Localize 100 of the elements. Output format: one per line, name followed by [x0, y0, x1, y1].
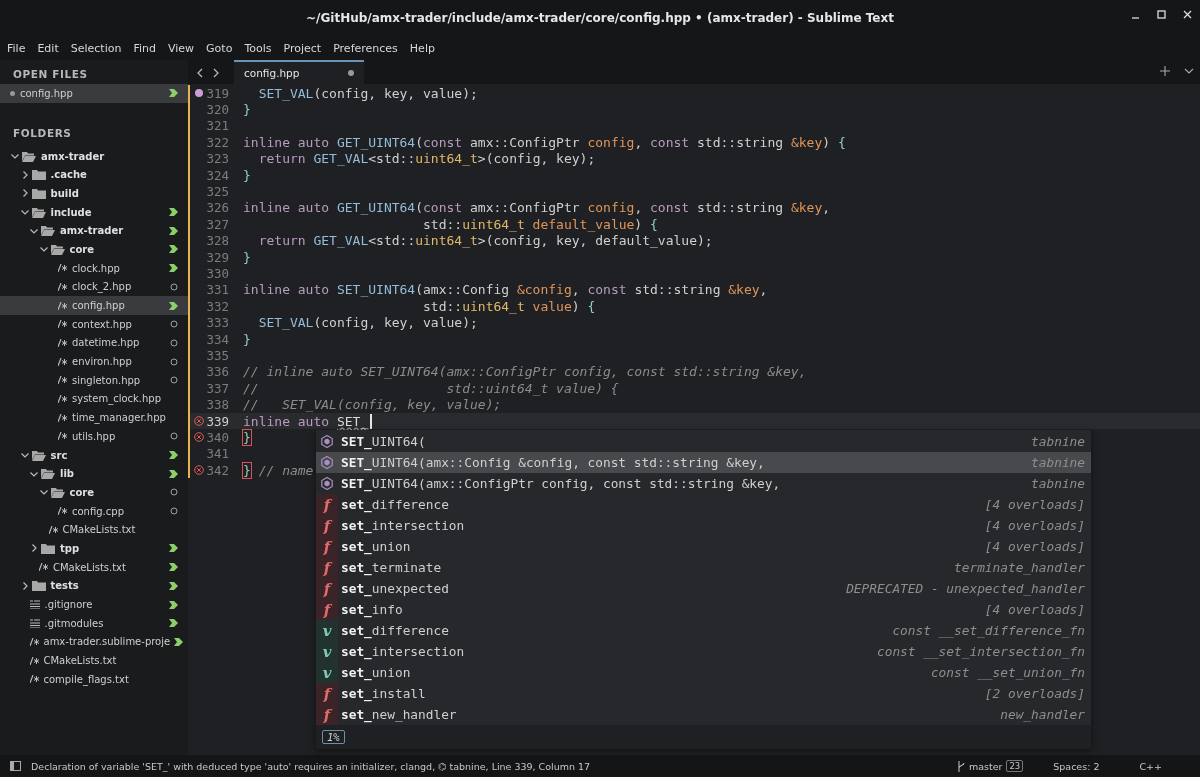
- completion-item[interactable]: SET_UINT64( tabnine: [316, 431, 1091, 452]
- line-number: 330: [205, 266, 229, 281]
- tree-item[interactable]: config.hpp: [0, 296, 188, 315]
- completion-label: set_intersection: [341, 518, 466, 533]
- section-header: FOLDERS: [12, 125, 73, 141]
- tree-item-label: core: [69, 486, 95, 498]
- tree-item[interactable]: .gitmodules: [0, 613, 188, 633]
- close-icon[interactable]: [1183, 10, 1192, 19]
- completion-label: set_difference: [341, 497, 450, 512]
- tree-item-label: CMakeLists.txt: [43, 655, 118, 667]
- maximize-icon[interactable]: [1157, 10, 1166, 19]
- editor-tab[interactable]: config.hpp: [234, 60, 364, 84]
- completion-item[interactable]: f set_unexpected DEPRECATED - unexpected_handler: [316, 578, 1091, 599]
- tree-item[interactable]: core: [0, 483, 188, 502]
- tree-item[interactable]: CMakeLists.txt: [0, 520, 188, 540]
- menu-item[interactable]: Help: [409, 41, 441, 55]
- menu-item[interactable]: Preferences: [333, 41, 404, 55]
- tree-item[interactable]: amx-trader: [0, 221, 188, 241]
- line-number: 331: [205, 282, 229, 298]
- completion-item[interactable]: f set_union [4 overloads]: [316, 536, 1091, 557]
- tree-item[interactable]: clock_2.hpp: [0, 277, 188, 297]
- completion-label: set_union: [341, 539, 412, 554]
- tree-item[interactable]: time_manager.hpp: [0, 408, 188, 427]
- tree-item[interactable]: environ.hpp: [0, 352, 188, 371]
- completion-item[interactable]: f set_terminate terminate_handler: [316, 557, 1091, 578]
- completion-item[interactable]: v set_difference const __set_difference_fn: [316, 620, 1091, 641]
- completion-item[interactable]: v set_intersection const __set_intersection_fn: [316, 641, 1091, 662]
- syntax-setting[interactable]: C++: [1139, 760, 1162, 772]
- panel-toggle-icon[interactable]: [10, 761, 21, 771]
- branch-name[interactable]: master: [968, 760, 1003, 772]
- code-file-icon: [58, 301, 67, 310]
- tree-item[interactable]: CMakeLists.txt: [0, 651, 188, 670]
- plus-icon[interactable]: [1160, 66, 1170, 76]
- completion-detail: tabnine: [1031, 434, 1085, 449]
- menu-item[interactable]: Selection: [70, 41, 128, 55]
- tree-item[interactable]: core: [0, 240, 188, 259]
- tree-item[interactable]: datetime.hpp: [0, 333, 188, 353]
- tree-item[interactable]: amx-trader: [0, 146, 188, 166]
- open-file-item[interactable]: config.hpp: [0, 84, 188, 103]
- line-number: 338: [205, 397, 229, 413]
- completion-detail: DEPRECATED - unexpected_handler: [846, 581, 1085, 596]
- tree-item[interactable]: compile_flags.txt: [0, 669, 188, 689]
- tree-item-label: system_clock.hpp: [72, 393, 163, 405]
- completion-label: set_intersection: [341, 644, 466, 659]
- status-message: Declaration of variable 'SET_' with deduced type 'auto' requires an initializer, clangd, ⌬ tabnine, Line 339, Column 17: [31, 760, 592, 772]
- menu-item[interactable]: Project: [283, 41, 328, 55]
- tree-item[interactable]: include: [0, 202, 188, 222]
- code-line: return GET_VAL<std::uint64_t>(config, key, default_value);: [257, 233, 713, 249]
- menu-item[interactable]: Find: [133, 41, 162, 55]
- completion-detail: tabnine: [1031, 455, 1085, 470]
- function-kind-badge: f: [316, 578, 338, 599]
- code-line: inline auto GET_UINT64(const amx::ConfigPtr config, const std::string &key,: [242, 200, 831, 216]
- menu-item[interactable]: View: [168, 41, 201, 55]
- menu-item[interactable]: Goto: [206, 41, 239, 55]
- completion-item[interactable]: f set_info [4 overloads]: [316, 599, 1091, 620]
- completion-detail: tabnine: [1031, 476, 1085, 491]
- tree-item[interactable]: singleton.hpp: [0, 370, 188, 390]
- code-line: }: [242, 167, 251, 183]
- tree-item[interactable]: build: [0, 184, 188, 203]
- tree-item[interactable]: tests: [0, 576, 188, 596]
- completion-item[interactable]: f set_intersection [4 overloads]: [316, 515, 1091, 536]
- tree-item[interactable]: config.cpp: [0, 501, 188, 521]
- completion-detail: new_handler: [1000, 707, 1085, 722]
- completion-item[interactable]: f set_new_handler new_handler: [316, 704, 1091, 725]
- code-line: }: [242, 331, 251, 347]
- line-number: 334: [205, 331, 229, 347]
- tree-item-label: tpp: [60, 542, 81, 554]
- indentation-setting[interactable]: Spaces: 2: [1053, 760, 1100, 772]
- completion-item[interactable]: SET_UINT64(amx::Config &config, const std::string &key, tabnine: [316, 452, 1091, 473]
- code-file-icon: [58, 357, 67, 366]
- tree-item[interactable]: tpp: [0, 539, 188, 558]
- tree-item[interactable]: system_clock.hpp: [0, 389, 188, 409]
- tree-item-label: time_manager.hpp: [72, 412, 166, 424]
- menu-item[interactable]: Edit: [37, 41, 65, 55]
- line-number: 335: [205, 347, 229, 363]
- tree-item-label: CMakeLists.txt: [62, 524, 137, 536]
- tree-item[interactable]: clock.hpp: [0, 258, 188, 278]
- completion-label: set_difference: [341, 623, 450, 638]
- completion-item[interactable]: v set_union const __set_union_fn: [316, 662, 1091, 683]
- tree-item-label: amx-trader: [41, 150, 106, 162]
- chevron-down-icon[interactable]: [1184, 66, 1194, 76]
- code-file-icon: [29, 656, 39, 665]
- tree-item[interactable]: CMakeLists.txt: [0, 557, 188, 577]
- tree-item[interactable]: .cache: [0, 165, 188, 185]
- tree-item[interactable]: lib: [0, 464, 188, 484]
- completion-item[interactable]: SET_UINT64(amx::ConfigPtr config, const std::string &key, tabnine: [316, 473, 1091, 494]
- menu-item[interactable]: Tools: [244, 41, 278, 55]
- completion-item[interactable]: f set_install [2 overloads]: [316, 683, 1091, 704]
- function-kind-badge: f: [316, 599, 338, 620]
- tree-item[interactable]: amx-trader.sublime-proje: [0, 632, 188, 652]
- completion-item[interactable]: f set_difference [4 overloads]: [316, 494, 1091, 515]
- tree-item[interactable]: .gitignore: [0, 595, 188, 614]
- menu-item[interactable]: File: [7, 41, 32, 55]
- tree-item[interactable]: src: [0, 445, 188, 465]
- code-file-icon: [58, 432, 67, 441]
- code-file-icon: [58, 413, 67, 422]
- tree-item[interactable]: context.hpp: [0, 314, 188, 334]
- tree-item[interactable]: utils.hpp: [0, 427, 188, 446]
- chevron-right-icon[interactable]: [29, 543, 39, 554]
- tree-item-label: .gitignore: [44, 599, 94, 611]
